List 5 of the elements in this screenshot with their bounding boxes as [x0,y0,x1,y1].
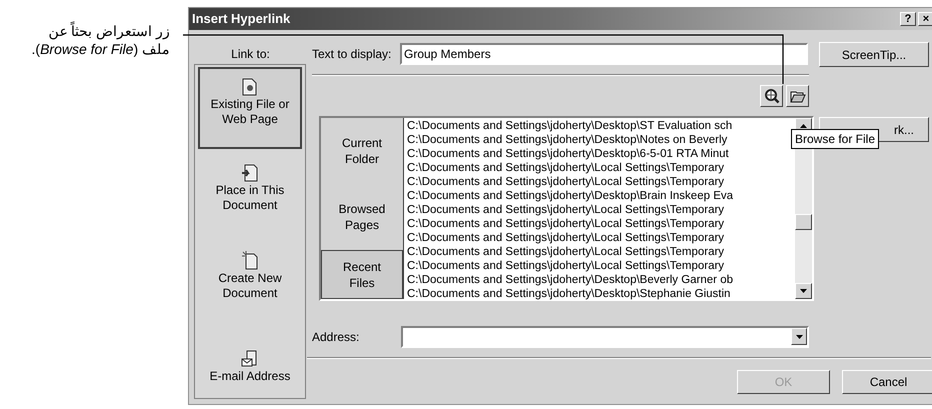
address-label: Address: [312,329,360,346]
text-to-display-label: Text to display: [312,46,392,63]
window-title: Insert Hyperlink [192,10,290,28]
tooltip: Browse for File [791,129,880,149]
link-to-label: Link to: [230,46,271,61]
